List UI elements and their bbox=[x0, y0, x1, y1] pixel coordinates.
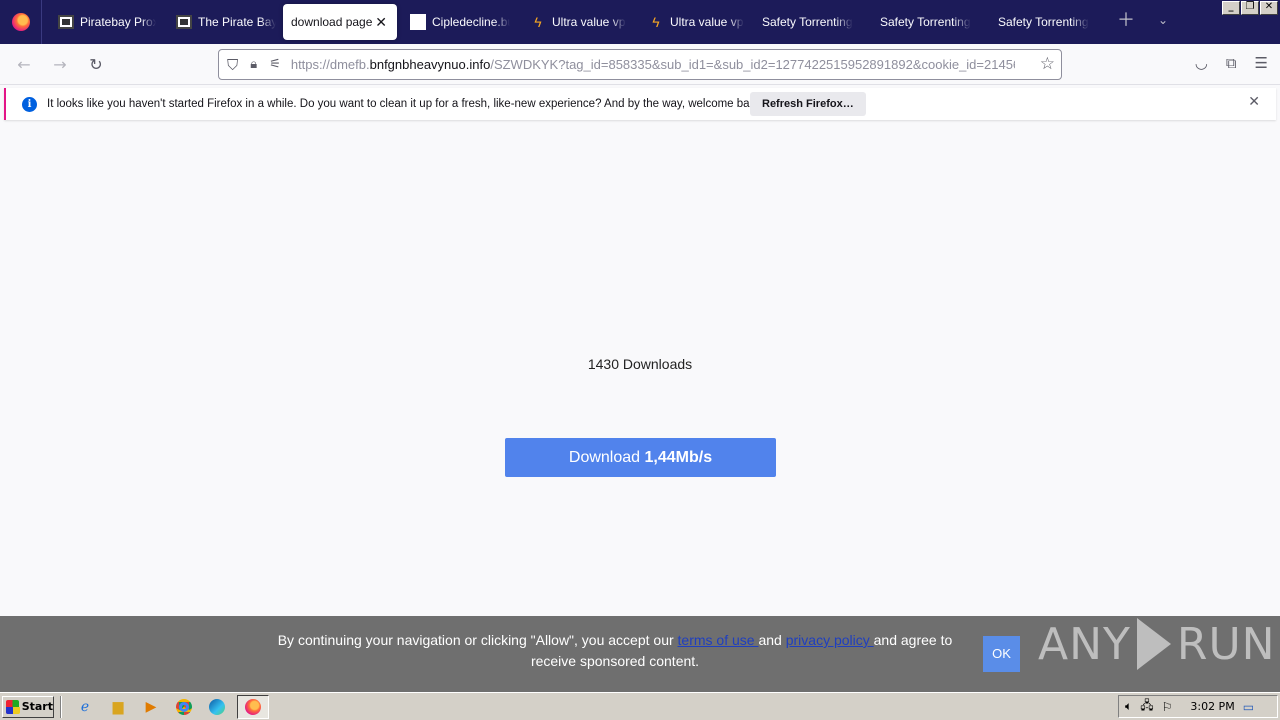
tab-label: Safety Torrenting bbox=[998, 15, 1089, 29]
tab-ultra-value-vpn-2[interactable]: ϟ Ultra value vpn bbox=[636, 4, 744, 40]
url-text[interactable]: https://dmefb.bnfgnbheavynuo.info/SZWDKY… bbox=[291, 57, 1015, 72]
consent-and: and bbox=[758, 632, 786, 648]
folder-icon[interactable]: ▆ bbox=[108, 697, 128, 717]
start-label: Start bbox=[21, 700, 53, 713]
pirate-ship-icon bbox=[58, 14, 74, 30]
tab-safety-torrenting-1[interactable]: Safety Torrenting bbox=[750, 4, 866, 40]
consent-ok-button[interactable]: OK bbox=[983, 636, 1020, 672]
close-notification-icon[interactable]: ✕ bbox=[1248, 94, 1260, 110]
permissions-icon[interactable]: ⚟ bbox=[269, 57, 281, 72]
volume-icon[interactable]: 🔈︎ bbox=[1125, 699, 1132, 714]
url-bar[interactable]: ⛉ 🔒︎ ⚟ https://dmefb.bnfgnbheavynuo.info… bbox=[218, 49, 1062, 80]
reload-icon[interactable]: ↻ bbox=[85, 54, 107, 76]
new-tab-plus-icon[interactable]: ＋ bbox=[1117, 12, 1135, 30]
notification-text: It looks like you haven't started Firefo… bbox=[47, 98, 765, 110]
firefox-taskbar-icon[interactable] bbox=[237, 694, 269, 719]
edge-icon[interactable] bbox=[207, 697, 227, 717]
tab-the-pirate-bay[interactable]: The Pirate Bay bbox=[164, 4, 276, 40]
navigation-toolbar: ← → ↻ ⛉ 🔒︎ ⚟ https://dmefb.bnfgnbheavynu… bbox=[0, 44, 1280, 85]
restore-icon[interactable]: ❐ bbox=[1241, 1, 1259, 15]
consent-banner: By continuing your navigation or clickin… bbox=[0, 616, 1280, 692]
bolt-icon: ϟ bbox=[652, 14, 660, 30]
windows-flag-icon bbox=[6, 699, 20, 714]
extensions-icon[interactable]: ⧉ bbox=[1226, 54, 1237, 72]
tab-label: Ultra value vpn bbox=[670, 15, 744, 29]
url-host: bnfgnbheavynuo.info bbox=[369, 57, 491, 72]
chrome-icon[interactable] bbox=[174, 697, 194, 717]
page-content: 1430 Downloads Download 1,44Mb/s bbox=[0, 124, 1280, 616]
windows-taskbar: Start ℯ ▆ ▶ 🔈︎ 🖧 ⚐ 3:02 PM ▭ bbox=[0, 692, 1280, 720]
tab-label: Ultra value vpn bbox=[552, 15, 626, 29]
tab-safety-torrenting-2[interactable]: Safety Torrenting bbox=[868, 4, 984, 40]
tab-label: The Pirate Bay bbox=[198, 15, 276, 29]
downloads-count: 1430 Downloads bbox=[587, 356, 693, 372]
url-path: /SZWDKYK?tag_id=858335&sub_id1=&sub_id2=… bbox=[490, 57, 1015, 72]
watermark-right: RUN bbox=[1176, 618, 1276, 670]
download-speed: 1,44Mb/s bbox=[644, 449, 713, 466]
tracking-shield-icon[interactable]: ⛉ bbox=[227, 56, 238, 74]
tab-strip: Piratebay Proxy The Pirate Bay download … bbox=[0, 0, 1280, 44]
pocket-icon[interactable]: ◡ bbox=[1195, 54, 1208, 72]
tab-list-chevron-down-icon[interactable]: ⌄ bbox=[1158, 13, 1168, 27]
watermark-left: ANY bbox=[1038, 618, 1131, 670]
pirate-ship-icon bbox=[176, 14, 192, 30]
terms-of-use-link[interactable]: terms of use bbox=[678, 632, 759, 648]
download-button[interactable]: Download 1,44Mb/s bbox=[505, 438, 776, 477]
tab-ultra-value-vpn-1[interactable]: ϟ Ultra value vpn bbox=[518, 4, 626, 40]
tab-label: Cipledecline.bu bbox=[432, 15, 510, 29]
tab-label: download page bbox=[291, 15, 373, 29]
anyrun-watermark: ANY RUN bbox=[1038, 616, 1276, 672]
network-icon[interactable]: 🖧 bbox=[1140, 696, 1153, 717]
action-center-flag-icon[interactable]: ⚐ bbox=[1162, 700, 1173, 714]
media-player-icon[interactable]: ▶ bbox=[141, 697, 161, 717]
system-tray: 🔈︎ 🖧 ⚐ 3:02 PM ▭ bbox=[1118, 695, 1278, 718]
info-icon: i bbox=[22, 96, 37, 112]
taskbar-separator bbox=[60, 695, 62, 718]
bolt-icon: ϟ bbox=[534, 14, 542, 30]
start-button[interactable]: Start bbox=[2, 695, 54, 718]
tab-label: Safety Torrenting bbox=[762, 15, 853, 29]
internet-explorer-icon[interactable]: ℯ bbox=[75, 697, 95, 717]
refresh-firefox-button[interactable]: Refresh Firefox… bbox=[750, 92, 866, 116]
tab-label: Safety Torrenting bbox=[880, 15, 971, 29]
forward-arrow-icon[interactable]: → bbox=[49, 54, 71, 76]
close-window-icon[interactable]: ✕ bbox=[1260, 1, 1278, 15]
lock-icon[interactable]: 🔒︎ bbox=[250, 57, 257, 72]
tab-cipledecline[interactable]: Cipledecline.bu bbox=[398, 4, 510, 40]
consent-text: By continuing your navigation or clickin… bbox=[270, 630, 960, 672]
close-tab-icon[interactable]: ✕ bbox=[375, 14, 387, 31]
consent-text-before: By continuing your navigation or clickin… bbox=[277, 632, 678, 648]
taskbar-clock[interactable]: 3:02 PM bbox=[1190, 700, 1234, 713]
blank-page-icon bbox=[410, 14, 426, 30]
hamburger-menu-icon[interactable]: ☰ bbox=[1255, 54, 1268, 72]
download-label: Download bbox=[568, 449, 641, 466]
firefox-logo-icon bbox=[11, 13, 30, 31]
tab-label: Piratebay Proxy bbox=[80, 15, 156, 29]
show-desktop-icon[interactable]: ▭ bbox=[1243, 700, 1254, 714]
url-prefix: https://dmefb. bbox=[290, 57, 370, 72]
bookmark-star-icon[interactable]: ☆ bbox=[1040, 54, 1055, 74]
privacy-policy-link[interactable]: privacy policy bbox=[786, 632, 874, 648]
back-arrow-icon[interactable]: ← bbox=[13, 54, 35, 76]
tab-piratebay-proxy[interactable]: Piratebay Proxy bbox=[46, 4, 156, 40]
minimize-icon[interactable]: _ bbox=[1222, 1, 1240, 15]
window-controls: _ ❐ ✕ bbox=[1222, 1, 1278, 15]
firefox-view-button[interactable] bbox=[0, 0, 42, 44]
play-logo-icon bbox=[1136, 618, 1171, 670]
refresh-firefox-notification: i It looks like you haven't started Fire… bbox=[4, 88, 1276, 120]
tab-safety-torrenting-3[interactable]: Safety Torrenting bbox=[986, 4, 1102, 40]
tab-download-page[interactable]: download page ✕ bbox=[283, 4, 397, 40]
